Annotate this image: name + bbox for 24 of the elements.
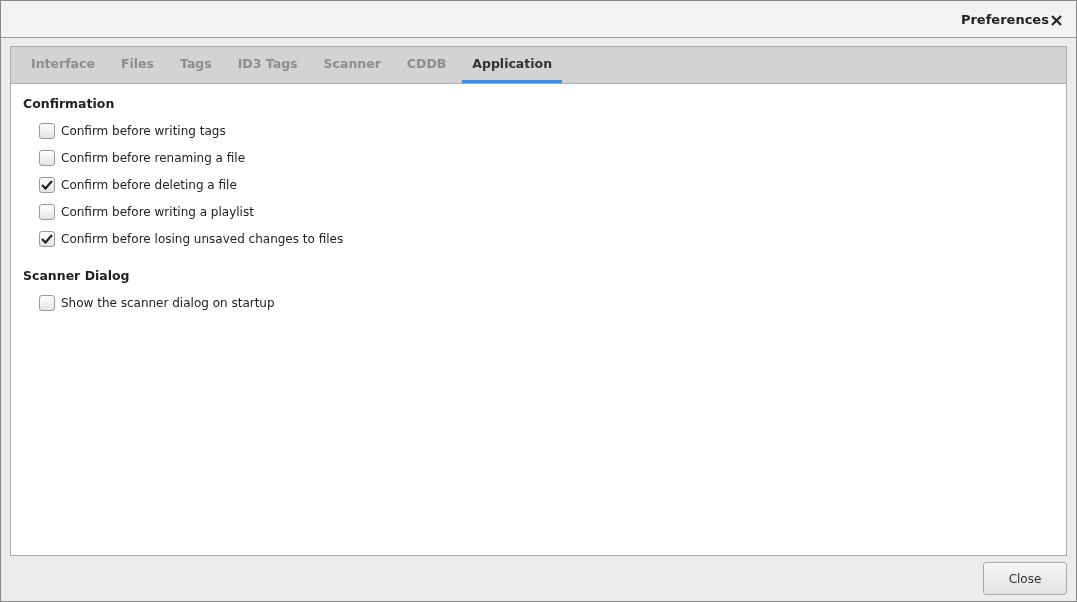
checkbox-label: Confirm before writing a playlist (61, 204, 254, 219)
checkbox-label: Confirm before writing tags (61, 123, 226, 138)
checkbox-label: Confirm before renaming a file (61, 150, 246, 165)
checkbox[interactable] (39, 294, 55, 311)
tab[interactable]: Interface (21, 47, 105, 83)
close-button[interactable]: Close (983, 562, 1067, 595)
checkbox[interactable] (39, 230, 55, 247)
tab[interactable]: CDDB (396, 47, 457, 83)
tab[interactable]: Files (110, 47, 164, 83)
checkbox-label: Confirm before losing unsaved changes to files (61, 231, 344, 246)
tab[interactable]: Tags (169, 47, 222, 83)
section-heading: Confirmation (23, 96, 116, 111)
checkbox[interactable] (39, 203, 55, 220)
section-heading: Scanner Dialog (23, 268, 131, 283)
checkbox-label: Confirm before deleting a file (61, 177, 237, 192)
window-title: Preferences (960, 11, 1049, 27)
tab[interactable]: Application (462, 47, 563, 83)
tab[interactable]: Scanner (313, 47, 391, 83)
checkbox-label: Show the scanner dialog on startup (61, 295, 275, 310)
checkbox[interactable] (39, 176, 55, 193)
checkbox[interactable] (39, 149, 55, 166)
close-button[interactable]: × (1048, 8, 1076, 30)
checkbox[interactable] (39, 122, 55, 139)
tab[interactable]: ID3 Tags (227, 47, 308, 83)
